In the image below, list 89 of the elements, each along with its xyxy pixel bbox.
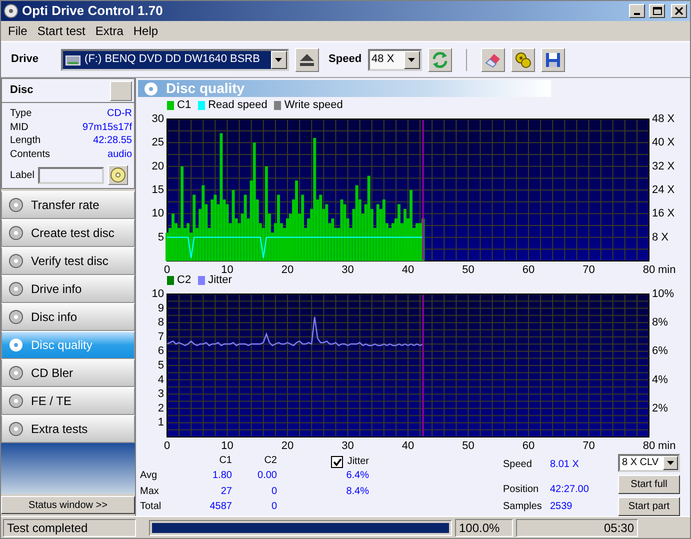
y-tick-label: 20 bbox=[152, 160, 164, 172]
table-cell-text: 1.80 bbox=[212, 469, 232, 484]
x-tick-label: 60 bbox=[522, 440, 535, 452]
x-tick-label: 40 bbox=[402, 440, 414, 452]
table-cell-text: 0.00 bbox=[256, 469, 277, 484]
x-tick-label: 20 bbox=[281, 440, 294, 452]
y-tick-label: 2 bbox=[158, 402, 164, 414]
x-tick-label: 50 bbox=[462, 264, 474, 274]
table-cell-text: 4587 bbox=[208, 500, 232, 514]
row-label: Max bbox=[140, 484, 160, 499]
info-label: Type bbox=[10, 107, 32, 120]
x-tick-label: 20 bbox=[281, 264, 294, 274]
x-tick-label: 80 bbox=[642, 440, 656, 452]
table-cell-text: 0 bbox=[270, 484, 277, 499]
info-value: 97m15s17f bbox=[82, 120, 132, 134]
x-tick-label: 0 bbox=[164, 264, 170, 274]
table-cell-text: 27 bbox=[220, 484, 232, 499]
info-value: CD-R bbox=[107, 107, 132, 120]
y-tick-label: 9 bbox=[158, 302, 164, 314]
y2-tick-label: 8% bbox=[652, 316, 668, 329]
y-tick-label: 25 bbox=[152, 136, 164, 149]
label-caption: Label bbox=[10, 168, 34, 182]
x-tick-label: 80 bbox=[642, 264, 656, 274]
info-label: Contents bbox=[10, 148, 50, 161]
legend-label: Jitter bbox=[208, 274, 232, 286]
readout-label: Position bbox=[503, 483, 540, 498]
readout-value: 2539 bbox=[550, 500, 574, 514]
y-tick-label: 1 bbox=[158, 416, 164, 429]
x-axis-title: min bbox=[658, 440, 676, 452]
x-tick-label: 70 bbox=[582, 440, 595, 452]
x-tick-label: 40 bbox=[402, 264, 414, 274]
jitter-label: Jitter bbox=[347, 454, 369, 469]
status-message: Test completed bbox=[3, 518, 136, 536]
y-tick-label: 3 bbox=[158, 388, 164, 400]
y-tick-label: 6 bbox=[158, 345, 164, 358]
y-tick-label: 7 bbox=[158, 330, 164, 343]
column-header: C1 bbox=[218, 454, 232, 468]
y-tick-label: 10 bbox=[152, 208, 164, 220]
y-tick-label: 30 bbox=[152, 112, 164, 125]
drive-label: Drive bbox=[11, 52, 39, 68]
column-header: C2 bbox=[263, 454, 277, 468]
y2-tick-label: 24 X bbox=[652, 184, 675, 196]
readout-value: 42:27.00 bbox=[550, 483, 590, 498]
x-tick-label: 0 bbox=[164, 440, 170, 452]
x-tick-label: 70 bbox=[582, 264, 595, 274]
window-title: Opti Drive Control 1.70 bbox=[22, 2, 163, 20]
x-tick-label: 30 bbox=[342, 440, 354, 452]
y-tick-label: 8 bbox=[158, 316, 164, 329]
x-tick-label: 50 bbox=[462, 440, 474, 452]
readout-label: Speed bbox=[503, 458, 533, 472]
info-value: audio bbox=[108, 148, 132, 161]
readout-value: 8.01 X bbox=[550, 458, 580, 472]
row-label: Avg bbox=[140, 469, 158, 484]
progress-percent: 100.0% bbox=[455, 518, 513, 536]
row-label: Total bbox=[140, 500, 162, 514]
y2-tick-label: 6% bbox=[652, 345, 668, 358]
y2-tick-label: 48 X bbox=[652, 112, 675, 125]
x-tick-label: 10 bbox=[221, 440, 234, 452]
disc-panel-title: Disc bbox=[10, 83, 34, 98]
panel-header: Disc quality bbox=[138, 80, 551, 97]
table-cell-text: 6.4% bbox=[345, 469, 370, 484]
y2-tick-label: 8 X bbox=[652, 231, 669, 244]
table-cell-text: 0 bbox=[270, 500, 277, 514]
legend-label: Write speed bbox=[284, 99, 343, 112]
legend-label: C2 bbox=[177, 274, 192, 286]
y2-tick-label: 2% bbox=[652, 402, 668, 414]
elapsed-time: 05:30 bbox=[516, 518, 638, 536]
y2-tick-label: 40 X bbox=[652, 136, 675, 149]
x-tick-label: 30 bbox=[342, 264, 354, 274]
speed-label: Speed bbox=[328, 52, 362, 68]
y-tick-label: 10 bbox=[152, 288, 164, 300]
info-label: MID bbox=[10, 120, 28, 134]
x-tick-label: 60 bbox=[522, 264, 535, 274]
x-axis-title: min bbox=[658, 264, 676, 274]
y2-tick-label: 32 X bbox=[652, 160, 675, 172]
info-label: Length bbox=[10, 134, 41, 148]
y-tick-label: 5 bbox=[158, 231, 164, 244]
y-tick-label: 5 bbox=[158, 359, 164, 372]
readout-label: Samples bbox=[503, 500, 543, 514]
y2-tick-label: 4% bbox=[652, 374, 668, 386]
x-tick-label: 10 bbox=[221, 264, 234, 274]
legend-label: Read speed bbox=[208, 99, 268, 112]
y-tick-label: 15 bbox=[152, 184, 164, 196]
y2-tick-label: 16 X bbox=[652, 208, 675, 220]
legend-label: C1 bbox=[177, 99, 192, 112]
y-tick-label: 4 bbox=[158, 374, 164, 386]
y2-tick-label: 10% bbox=[652, 288, 674, 300]
info-value: 42:28.55 bbox=[93, 134, 132, 148]
table-cell-text: 8.4% bbox=[345, 484, 370, 499]
